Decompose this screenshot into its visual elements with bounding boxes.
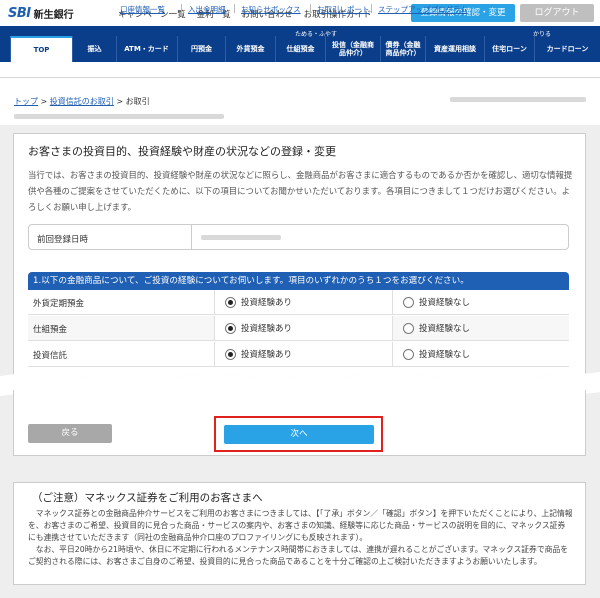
option-yes-label: 投資経験あり [241, 298, 293, 308]
sub-nav [0, 62, 600, 78]
subnav-notice-box[interactable]: お知らせボックス [241, 4, 301, 15]
option-no-label: 投資経験なし [419, 324, 471, 334]
next-button[interactable]: 次へ [224, 425, 374, 444]
row-label: 外貨定期預金 [33, 299, 85, 309]
option-no-cell[interactable]: 投資経験なし [392, 342, 569, 366]
divider [191, 225, 192, 249]
nav-yen-deposit[interactable]: 円預金 [177, 36, 225, 62]
nav-group-borrow: かりる [532, 31, 551, 38]
notice-title: （ご注意）マネックス証券をご利用のお客さまへ [32, 492, 263, 504]
option-yes-label: 投資経験あり [241, 324, 293, 334]
notice-body: マネックス証券との金融商品仲介サービスをご利用のお客さまにつきましては、【「了承… [28, 508, 573, 568]
option-no-cell[interactable]: 投資経験なし [392, 290, 569, 314]
question-row: 外貨定期預金 投資経験あり 投資経験なし [28, 290, 569, 315]
option-yes[interactable]: 投資経験あり [225, 322, 292, 334]
notice-paragraph: なお、平日20時から21時頃や、休日に不定期に行われるメンテナンス時間帯におきま… [28, 545, 569, 566]
logout-button[interactable]: ログアウト [520, 4, 594, 22]
option-yes-cell[interactable]: 投資経験あり [214, 316, 392, 340]
subnav-divider [371, 4, 372, 13]
nav-structured-deposit[interactable]: 仕組預金 [275, 36, 325, 62]
option-no[interactable]: 投資経験なし [403, 296, 470, 308]
row-label: 投資信託 [33, 351, 68, 361]
logo-mark: SBI [8, 6, 31, 21]
subnav-report[interactable]: お取引レポート [317, 4, 370, 15]
option-yes[interactable]: 投資経験あり [225, 348, 292, 360]
breadcrumb-separator: > [116, 97, 124, 106]
breadcrumb: トップ > 投資信託のお取引 > お取引 [14, 96, 150, 107]
notice-paragraph: マネックス証券との金融商品仲介サービスをご利用のお客さまにつきましては、【「了承… [28, 509, 573, 542]
nav-transfer[interactable]: 振込 [72, 36, 116, 62]
nav-atm-card[interactable]: ATM・カード [116, 36, 176, 62]
nav-group-save: ためる・ふやす [294, 31, 337, 38]
question-header: 1.以下の金融商品について、ご投資の経験についてお伺いします。項目のいずれかのう… [28, 272, 569, 290]
option-no[interactable]: 投資経験なし [403, 348, 470, 360]
breadcrumb-home[interactable]: トップ [14, 97, 38, 106]
back-button[interactable]: 戻る [28, 424, 112, 443]
previous-registration-value [201, 235, 281, 240]
nav-foreign-deposit[interactable]: 外貨預金 [225, 36, 275, 62]
option-no[interactable]: 投資経験なし [403, 322, 470, 334]
radio-button-selected[interactable] [225, 322, 236, 334]
breadcrumb-current: お取引 [125, 97, 150, 106]
page-title: お客さまの投資目的、投資経験や財産の状況などの登録・変更 [28, 145, 336, 158]
nav-top[interactable]: TOP [10, 36, 72, 62]
option-yes-cell[interactable]: 投資経験あり [214, 342, 392, 366]
option-yes[interactable]: 投資経験あり [225, 296, 292, 308]
next-button-highlight: 次へ [214, 416, 383, 452]
redacted-text [14, 114, 224, 119]
radio-button[interactable] [403, 348, 414, 360]
option-yes-cell[interactable]: 投資経験あり [214, 290, 392, 314]
nav-bonds[interactable]: 債券（金融商品仲介） [380, 36, 425, 62]
breadcrumb-separator: > [40, 97, 48, 106]
logo-text: 新生銀行 [33, 10, 74, 21]
redacted-text [450, 97, 586, 102]
nav-investment-trust[interactable]: 投信（金融商品仲介） [325, 36, 380, 62]
radio-button-selected[interactable] [225, 348, 236, 360]
breadcrumb-parent[interactable]: 投資信託のお取引 [50, 97, 114, 106]
page-description: 当行では、お客さまの投資目的、投資経験や財産の状況などに照らし、金融商品がお客さ… [28, 170, 573, 212]
radio-button-selected[interactable] [225, 296, 236, 308]
subnav-divider [310, 4, 311, 13]
nav-asset-consult[interactable]: 資産運用相談 [425, 36, 484, 62]
subnav-divider [181, 4, 182, 13]
question-row: 投資信託 投資経験あり 投資経験なし [28, 342, 569, 367]
option-no-label: 投資経験なし [419, 298, 471, 308]
option-no-cell[interactable]: 投資経験なし [392, 316, 569, 340]
previous-registration-label: 前回登録日時 [37, 235, 89, 245]
logo[interactable]: SBI 新生銀行 [8, 6, 74, 21]
subnav-account-list[interactable]: 口座情報一覧 [120, 4, 165, 15]
row-label: 仕組預金 [33, 325, 68, 335]
question-row: 仕組預金 投資経験あり 投資経験なし [28, 316, 569, 341]
previous-registration-box: 前回登録日時 [28, 224, 569, 250]
subnav-statement[interactable]: 入出金明細 [188, 4, 226, 15]
subnav-divider [234, 4, 235, 13]
nav-card-loan[interactable]: カードローン [534, 36, 600, 62]
option-yes-label: 投資経験あり [241, 350, 293, 360]
radio-button[interactable] [403, 296, 414, 308]
nav-mortgage[interactable]: 住宅ローン [484, 36, 534, 62]
option-no-label: 投資経験なし [419, 350, 471, 360]
radio-button[interactable] [403, 322, 414, 334]
subnav-stepup[interactable]: ステップアッププログラム [378, 4, 468, 15]
